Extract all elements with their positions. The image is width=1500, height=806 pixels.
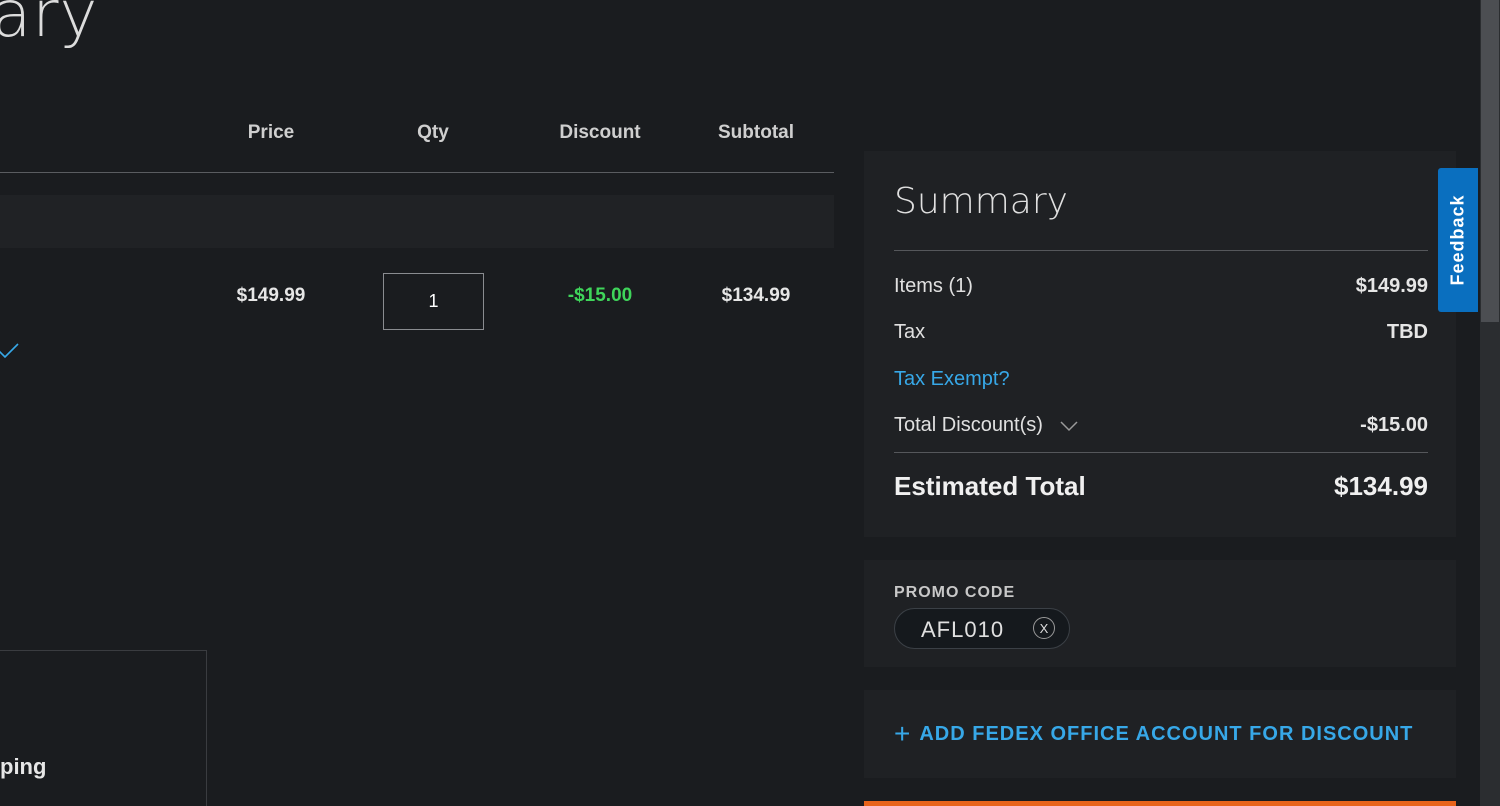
tax-value: TBD [1386, 321, 1428, 343]
checkmark-icon [0, 343, 19, 359]
plus-icon: + [894, 718, 912, 749]
row-price: $149.99 [236, 285, 306, 306]
row-subtotal: $134.99 [721, 285, 791, 306]
items-label: Items (1) [894, 275, 973, 297]
promo-code-chip: AFL010 X [894, 608, 1070, 649]
promo-panel: PROMO CODE AFL010 X [864, 560, 1456, 667]
promo-code-value: AFL010 [921, 617, 1005, 642]
promo-code-label: PROMO CODE [894, 584, 1016, 601]
discounts-value: -$15.00 [1360, 414, 1428, 436]
summary-tax-row: Tax TBD [894, 321, 1428, 347]
summary-panel: Summary Items (1) $149.99 Tax TBD Tax Ex… [864, 151, 1456, 537]
feedback-tab[interactable]: Feedback [1438, 168, 1478, 312]
summary-items-row: Items (1) $149.99 [894, 275, 1428, 301]
checkout-button-edge[interactable] [864, 801, 1456, 806]
discounts-toggle[interactable]: Total Discount(s) [894, 414, 1079, 437]
summary-divider [894, 250, 1428, 251]
quantity-input[interactable] [383, 273, 484, 330]
add-fedex-account-button[interactable]: + ADD FEDEX OFFICE ACCOUNT FOR DISCOUNT [894, 718, 1413, 750]
column-header-price: Price [247, 122, 295, 143]
column-header-qty: Qty [417, 122, 449, 143]
shipping-option-label: ping [0, 754, 47, 779]
remove-promo-button[interactable]: X [1033, 617, 1055, 639]
tax-exempt-link[interactable]: Tax Exempt? [894, 368, 1010, 391]
summary-title: Summary [894, 181, 1068, 222]
add-account-label: ADD FEDEX OFFICE ACCOUNT FOR DISCOUNT [919, 723, 1414, 745]
summary-discounts-row[interactable]: Total Discount(s) -$15.00 [894, 414, 1428, 440]
tax-label: Tax [894, 321, 926, 343]
table-header-divider [0, 172, 834, 173]
discounts-label: Total Discount(s) [894, 414, 1043, 436]
summary-total-divider [894, 452, 1428, 453]
summary-total-row: Estimated Total $134.99 [894, 471, 1428, 505]
column-header-discount: Discount [559, 122, 641, 143]
chevron-down-icon[interactable] [1059, 420, 1079, 432]
scrollbar-thumb[interactable] [1481, 0, 1499, 322]
column-header-subtotal: Subtotal [718, 122, 794, 143]
row-discount: -$15.00 [567, 285, 633, 306]
shipping-option-card[interactable] [0, 650, 207, 806]
feedback-label: Feedback [1447, 194, 1468, 286]
estimated-total-value: $134.99 [1334, 471, 1428, 501]
estimated-total-label: Estimated Total [894, 471, 1086, 501]
table-group-band [0, 195, 834, 248]
account-discount-panel: + ADD FEDEX OFFICE ACCOUNT FOR DISCOUNT [864, 690, 1456, 778]
page-title: ary [0, 0, 99, 52]
items-value: $149.99 [1355, 275, 1428, 297]
